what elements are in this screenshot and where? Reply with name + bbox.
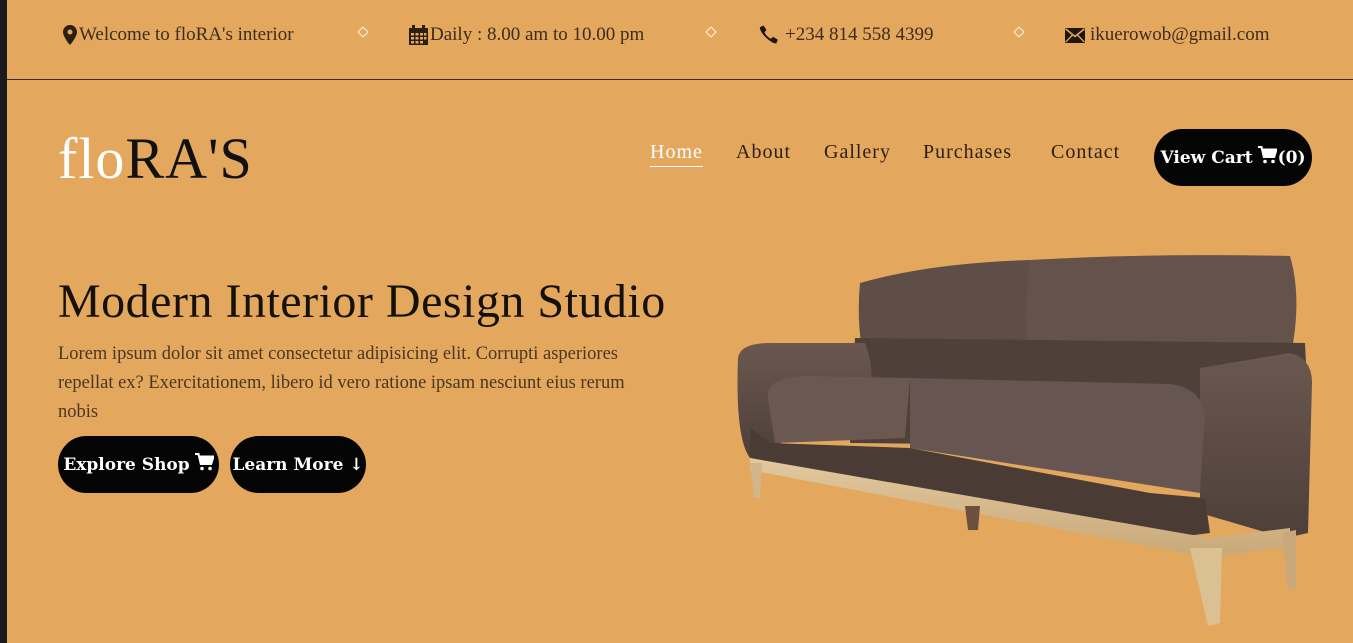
view-cart-button[interactable]: View Cart (0): [1154, 129, 1312, 186]
nav-gallery[interactable]: Gallery: [824, 141, 891, 167]
hours-info: Daily : 8.00 am to 10.00 pm: [409, 22, 644, 48]
location-pin-icon: [63, 25, 77, 45]
nav-purchases[interactable]: Purchases: [923, 141, 1012, 167]
site-logo[interactable]: floRA'S: [58, 124, 253, 194]
envelope-icon: [1065, 27, 1085, 43]
nav-home[interactable]: Home: [650, 141, 703, 167]
sofa-image: [737, 255, 1312, 626]
learn-more-button[interactable]: Learn More ↓: [230, 436, 366, 493]
top-info-bar: Welcome to floRA's interior Daily : 8.00…: [7, 0, 1353, 80]
phone-text[interactable]: +234 814 558 4399: [785, 24, 933, 46]
calendar-icon: [409, 25, 428, 45]
hero-description: Lorem ipsum dolor sit amet consectetur a…: [58, 344, 625, 422]
left-edge-bar: [0, 0, 7, 643]
cart-icon: [194, 453, 215, 476]
separator-diamond: [705, 26, 717, 38]
hero-title: Modern Interior Design Studio: [58, 275, 666, 328]
cart-count: (0): [1277, 147, 1306, 168]
explore-shop-button[interactable]: Explore Shop: [58, 436, 219, 493]
welcome-info: Welcome to floRA's interior: [63, 22, 294, 48]
nav-about[interactable]: About: [736, 141, 791, 167]
email-info: ikuerowob@gmail.com: [1065, 22, 1270, 48]
cart-icon: [1257, 146, 1278, 169]
explore-shop-label: Explore Shop: [63, 454, 190, 475]
nav-contact[interactable]: Contact: [1051, 141, 1120, 167]
logo-light-part: flo: [58, 126, 126, 191]
learn-more-label: Learn More ↓: [232, 454, 364, 475]
view-cart-label: View Cart: [1160, 147, 1253, 168]
welcome-text: Welcome to floRA's interior: [79, 24, 294, 45]
phone-icon: [759, 25, 779, 45]
separator-diamond: [1013, 26, 1025, 38]
hours-text: Daily : 8.00 am to 10.00 pm: [430, 24, 645, 45]
logo-dark-part: RA'S: [125, 126, 253, 191]
separator-diamond: [357, 26, 369, 38]
phone-info: +234 814 558 4399: [759, 22, 933, 48]
email-text[interactable]: ikuerowob@gmail.com: [1090, 24, 1270, 46]
